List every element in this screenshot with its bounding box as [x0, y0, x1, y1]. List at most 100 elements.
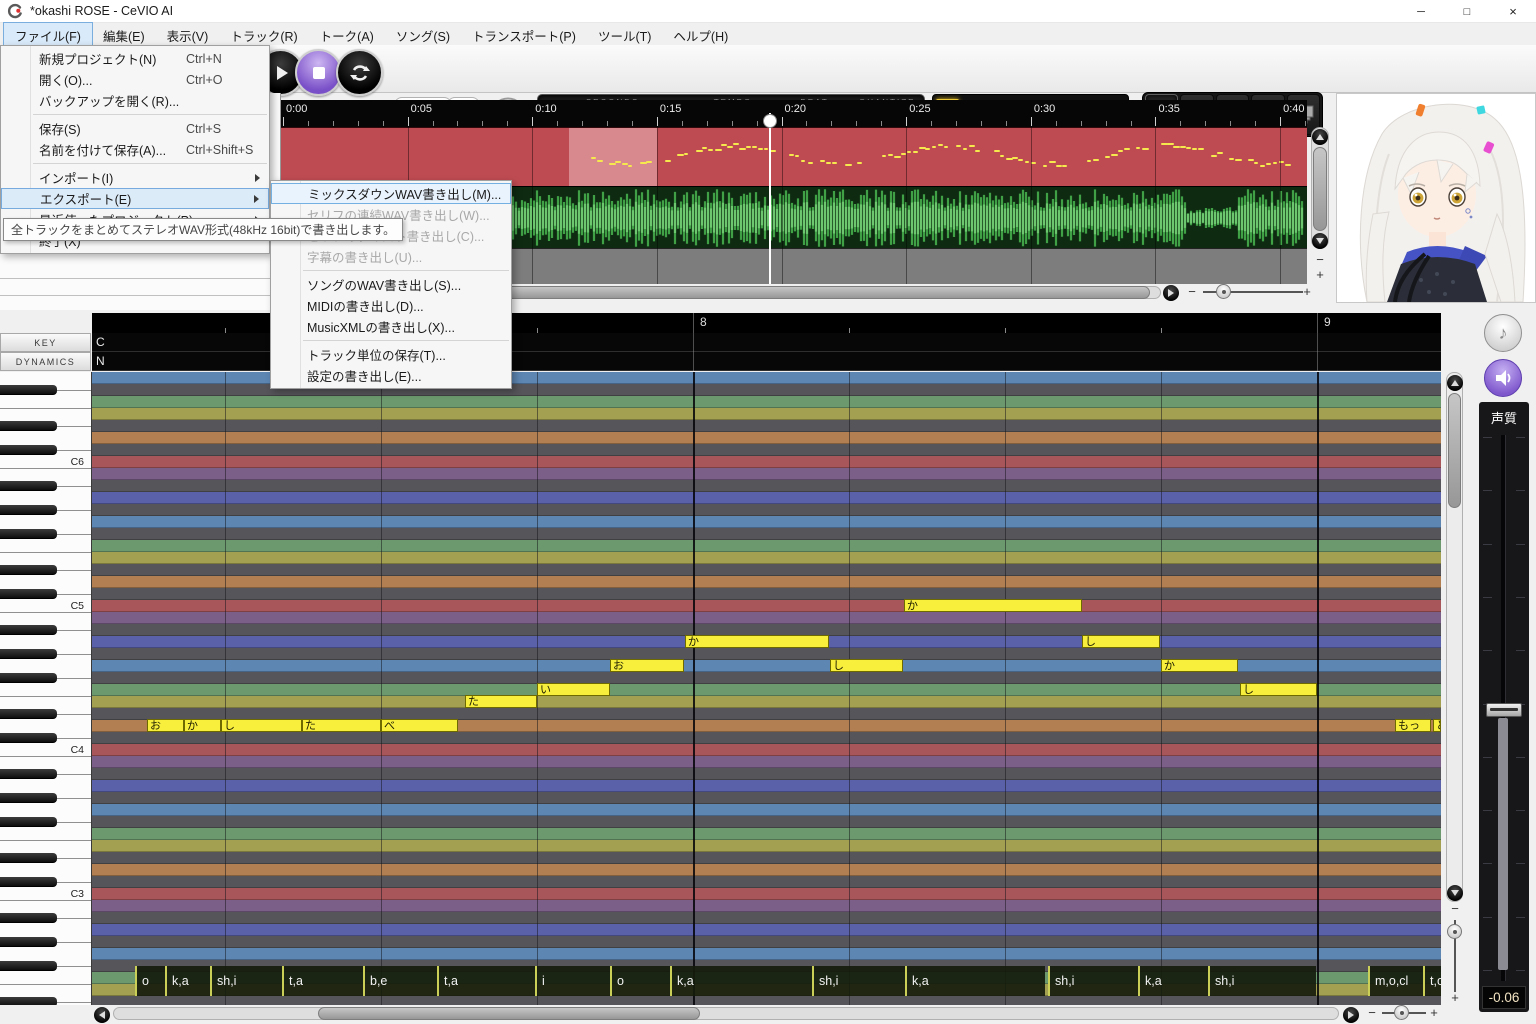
phoneme-cell[interactable]: o	[135, 966, 165, 996]
note[interactable]: お	[147, 719, 184, 732]
maximize-button-icon[interactable]: □	[1444, 0, 1490, 23]
black-key[interactable]	[0, 673, 57, 683]
pr-scroll-right-icon[interactable]	[1343, 1007, 1359, 1023]
note[interactable]: べ	[381, 719, 458, 732]
hzoom-out-icon[interactable]: −	[1184, 285, 1200, 299]
black-key[interactable]	[0, 877, 57, 887]
note[interactable]: た	[465, 695, 537, 708]
phoneme-cell[interactable]: k,a	[670, 966, 812, 996]
black-key[interactable]	[0, 817, 57, 827]
black-key[interactable]	[0, 421, 57, 431]
song-mode-button[interactable]: ♪	[1484, 314, 1522, 352]
black-key[interactable]	[0, 961, 57, 971]
monitor-speaker-button[interactable]	[1484, 359, 1522, 397]
phoneme-cell[interactable]: i	[535, 966, 610, 996]
black-key[interactable]	[0, 997, 57, 1005]
pr-vzoom-out-icon[interactable]: −	[1447, 902, 1463, 916]
phoneme-cell[interactable]: m,o,cl	[1368, 966, 1423, 996]
black-key[interactable]	[0, 565, 57, 575]
phoneme-cell[interactable]: k,a	[165, 966, 210, 996]
black-key[interactable]	[0, 445, 57, 455]
phoneme-cell[interactable]: k,a	[905, 966, 1045, 996]
loop-button[interactable]	[336, 49, 383, 96]
note[interactable]: し	[1240, 683, 1317, 696]
phoneme-cell[interactable]: sh,i	[1048, 966, 1138, 996]
pr-hscrollbar-track[interactable]	[113, 1007, 1339, 1020]
scroll-right-icon[interactable]	[1163, 285, 1179, 301]
hzoom-slider-knob[interactable]	[1216, 284, 1231, 299]
pr-hscrollbar-thumb[interactable]	[318, 1007, 700, 1020]
note[interactable]: もっ	[1395, 719, 1431, 732]
note[interactable]: い	[537, 683, 610, 696]
black-key[interactable]	[0, 733, 57, 743]
file-menu-item[interactable]: 新規プロジェクト(N)Ctrl+N	[1, 48, 269, 69]
vzoom-in-icon[interactable]: +	[1312, 268, 1328, 282]
dynamics-row-button[interactable]: DYNAMICS	[0, 352, 91, 371]
black-key[interactable]	[0, 529, 57, 539]
black-key[interactable]	[0, 589, 57, 599]
phoneme-cell[interactable]: t,a	[282, 966, 363, 996]
note[interactable]: か	[184, 719, 221, 732]
black-key[interactable]	[0, 937, 57, 947]
stop-button[interactable]	[295, 49, 342, 96]
scroll-down-icon[interactable]	[1312, 233, 1328, 249]
voice-quality-fader-handle[interactable]	[1486, 703, 1522, 717]
phoneme-cell[interactable]: sh,i	[812, 966, 905, 996]
pr-vzoom-in-icon[interactable]: +	[1447, 991, 1463, 1005]
export-submenu-item[interactable]: MusicXMLの書き出し(X)...	[271, 316, 511, 337]
pr-vscrollbar-thumb[interactable]	[1448, 393, 1461, 508]
file-menu-item[interactable]: インポート(I)	[1, 167, 269, 188]
note[interactable]: か	[685, 635, 829, 648]
phoneme-cell[interactable]: sh,i	[1208, 966, 1316, 996]
black-key[interactable]	[0, 793, 57, 803]
song-track-clip[interactable]	[281, 127, 1307, 186]
pr-scroll-down-icon[interactable]	[1447, 885, 1463, 901]
pr-vzoom-slider-knob[interactable]	[1447, 924, 1462, 939]
phoneme-cell[interactable]: k,a	[1138, 966, 1208, 996]
note[interactable]: し	[221, 719, 302, 732]
black-key[interactable]	[0, 385, 57, 395]
vzoom-out-icon[interactable]: −	[1312, 253, 1328, 267]
black-key[interactable]	[0, 853, 57, 863]
export-submenu-item[interactable]: 設定の書き出し(E)...	[271, 365, 511, 386]
black-key[interactable]	[0, 913, 57, 923]
note[interactable]: と	[1433, 719, 1441, 732]
black-key[interactable]	[0, 709, 57, 719]
note[interactable]: た	[302, 719, 381, 732]
export-submenu-item[interactable]: MIDIの書き出し(D)...	[271, 295, 511, 316]
timeline-ruler[interactable]: 0:000:050:100:150:200:250:300:350:40	[281, 100, 1307, 127]
export-submenu-item[interactable]: ミックスダウンWAV書き出し(M)...	[271, 183, 511, 204]
black-key[interactable]	[0, 649, 57, 659]
black-key[interactable]	[0, 481, 57, 491]
note[interactable]: か	[904, 599, 1082, 612]
piano-roll-grid[interactable]: おかしたべたいおかしかしかしもっとok,ash,it,ab,et,aiok,as…	[92, 372, 1441, 1005]
file-menu-item[interactable]: 開く(O)...Ctrl+O	[1, 69, 269, 90]
phoneme-cell[interactable]: sh,i	[210, 966, 282, 996]
piano-keyboard[interactable]: C6C5C4C3	[0, 372, 92, 1005]
phoneme-cell[interactable]: o	[610, 966, 670, 996]
note[interactable]: し	[830, 659, 903, 672]
note[interactable]: し	[1082, 635, 1160, 648]
export-submenu-item[interactable]: トラック単位の保存(T)...	[271, 344, 511, 365]
export-submenu-item[interactable]: ソングのWAV書き出し(S)...	[271, 274, 511, 295]
note[interactable]: か	[1161, 659, 1238, 672]
phoneme-cell[interactable]: t,a	[437, 966, 535, 996]
playhead-handle[interactable]	[763, 114, 777, 128]
file-menu-item[interactable]: 保存(S)Ctrl+S	[1, 118, 269, 139]
close-button-icon[interactable]: ×	[1490, 0, 1536, 23]
pr-scroll-up-icon[interactable]	[1447, 375, 1463, 391]
file-menu-item[interactable]: 名前を付けて保存(A)...Ctrl+Shift+S	[1, 139, 269, 160]
tracks-vscrollbar-thumb[interactable]	[1313, 147, 1327, 231]
phoneme-cell[interactable]: t,o	[1423, 966, 1441, 996]
pr-hzoom-out-icon[interactable]: −	[1364, 1006, 1380, 1020]
black-key[interactable]	[0, 505, 57, 515]
hzoom-in-icon[interactable]: +	[1299, 285, 1315, 299]
key-row-button[interactable]: KEY	[0, 333, 91, 352]
black-key[interactable]	[0, 625, 57, 635]
note[interactable]: お	[610, 659, 684, 672]
minimize-button-icon[interactable]: ─	[1398, 0, 1444, 23]
pr-hzoom-in-icon[interactable]: +	[1426, 1006, 1442, 1020]
pr-hzoom-slider-knob[interactable]	[1394, 1005, 1409, 1020]
file-menu-item[interactable]: バックアップを開く(R)...	[1, 90, 269, 111]
scroll-up-icon[interactable]	[1312, 129, 1328, 145]
